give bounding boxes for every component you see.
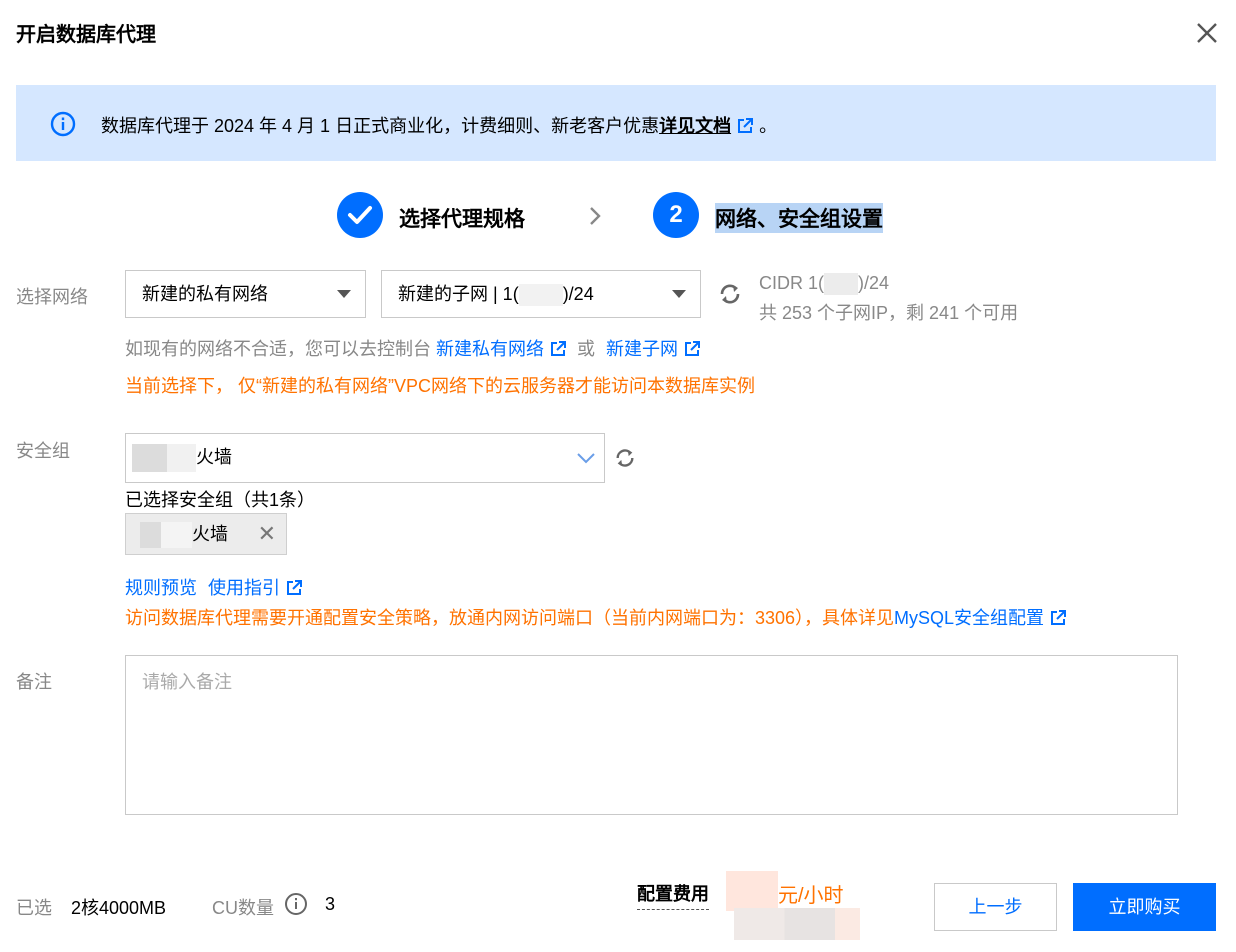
security-links: 规则预览 使用指引 [125, 574, 303, 600]
subnet-select[interactable]: 新建的子网 | 1( )/24 [381, 270, 701, 318]
notice-message: 数据库代理于 2024 年 4 月 1 日正式商业化，计费细则、新老客户优惠 [101, 116, 660, 136]
cu-label: CU数量 [212, 898, 274, 918]
refresh-icon[interactable] [718, 282, 742, 306]
create-vpc-link[interactable]: 新建私有网络 [436, 339, 544, 359]
remove-tag-icon[interactable]: ✕ [258, 514, 276, 554]
vpc-select[interactable]: 新建的私有网络 [125, 270, 366, 318]
selected-label: 已选 [16, 898, 52, 918]
cidr-prefix: CIDR 1( [759, 273, 825, 293]
dialog-title: 开启数据库代理 [16, 24, 156, 46]
security-warning-text: 访问数据库代理需要开通配置安全策略，放通内网访问端口（当前内网端口为：3306）… [125, 608, 895, 628]
doc-link[interactable]: 详见文档 [659, 116, 731, 136]
or-text: 或 [577, 339, 596, 359]
usage-guide-link[interactable]: 使用指引 [208, 578, 280, 598]
notice-banner: 数据库代理于 2024 年 4 月 1 日正式商业化，计费细则、新老客户优惠详见… [16, 85, 1216, 161]
masked-text [518, 284, 563, 307]
masked-text [132, 444, 196, 473]
security-group-select-value: 火墙 [196, 447, 232, 467]
network-hint-text: 如现有的网络不合适，您可以去控制台 [125, 339, 431, 359]
step-done-icon [337, 192, 383, 238]
prev-step-button[interactable]: 上一步 [934, 883, 1057, 931]
ip-info: 共 253 个子网IP，剩 241 个可用 [759, 303, 1019, 323]
step-2-number: 2 [653, 192, 699, 238]
caret-down-icon [672, 290, 686, 298]
step-2-label: 网络、安全组设置 [715, 203, 883, 233]
subnet-select-suffix: )/24 [562, 284, 594, 304]
info-icon[interactable] [284, 892, 308, 916]
vpc-select-value: 新建的私有网络 [142, 284, 268, 304]
chevron-right-icon [590, 207, 601, 225]
refresh-icon[interactable] [614, 447, 636, 469]
fee-detail-mask [734, 908, 860, 940]
chevron-down-icon [577, 453, 595, 464]
security-group-tag-label: 火墙 [192, 524, 228, 544]
external-link-icon[interactable] [1050, 610, 1067, 626]
close-icon[interactable] [1194, 20, 1220, 46]
selected-value: 2核4000MB [71, 898, 167, 918]
buy-now-button[interactable]: 立即购买 [1073, 883, 1216, 931]
fee-label: 配置费用 [637, 880, 709, 910]
mysql-security-link[interactable]: MySQL安全组配置 [894, 608, 1044, 628]
cidr-text: CIDR 1( )/24 [759, 273, 890, 296]
external-link-icon[interactable] [550, 341, 567, 357]
rules-preview-link[interactable]: 规则预览 [125, 578, 197, 598]
external-link-icon[interactable] [286, 580, 303, 596]
step-indicator: 选择代理规格 2 网络、安全组设置 [0, 192, 1236, 242]
security-group-label: 安全组 [16, 441, 70, 461]
check-icon [348, 206, 372, 224]
security-group-select[interactable]: 火墙 [125, 433, 605, 483]
security-warning: 访问数据库代理需要开通配置安全策略，放通内网访问端口（当前内网端口为：3306）… [125, 604, 1067, 630]
masked-text [140, 522, 192, 549]
network-label: 选择网络 [16, 287, 88, 307]
remark-input[interactable] [125, 655, 1178, 815]
cidr-suffix: )/24 [858, 273, 890, 293]
selected-security-title: 已选择安全组（共1条） [125, 490, 316, 510]
fee-price-mask [726, 871, 778, 911]
fee-unit: 元/小时 [778, 885, 844, 907]
notice-suffix: 。 [759, 116, 778, 136]
info-icon [50, 111, 76, 137]
network-warning: 当前选择下， 仅“新建的私有网络”VPC网络下的云服务器才能访问本数据库实例 [125, 376, 755, 396]
network-hint: 如现有的网络不合适，您可以去控制台 新建私有网络 或 新建子网 [125, 335, 701, 361]
cu-value: 3 [325, 894, 336, 914]
notice-text: 数据库代理于 2024 年 4 月 1 日正式商业化，计费细则、新老客户优惠详见… [101, 112, 777, 138]
masked-text [824, 273, 859, 296]
security-group-tag: 火墙 ✕ [125, 513, 287, 555]
remark-label: 备注 [16, 672, 52, 692]
subnet-select-value: 新建的子网 | 1( [398, 284, 519, 304]
external-link-icon[interactable] [737, 118, 754, 134]
external-link-icon[interactable] [684, 341, 701, 357]
create-subnet-link[interactable]: 新建子网 [606, 339, 678, 359]
caret-down-icon [337, 290, 351, 298]
step-1-label: 选择代理规格 [399, 208, 525, 231]
